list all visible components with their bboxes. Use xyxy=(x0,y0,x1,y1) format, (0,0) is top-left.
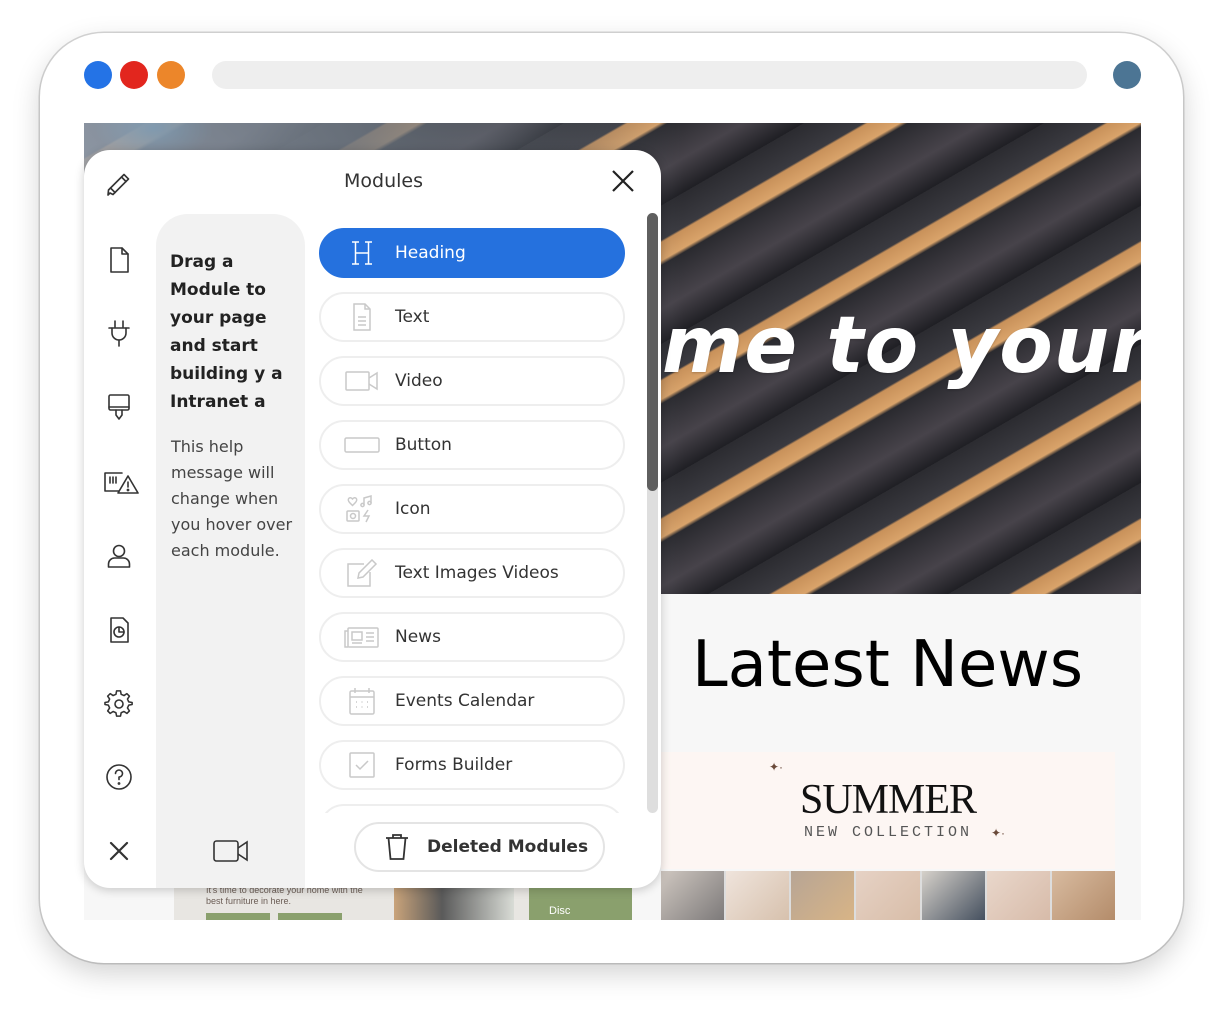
module-label: Text Images Videos xyxy=(395,563,559,583)
module-heading[interactable]: Heading xyxy=(319,228,625,278)
deleted-modules-label: Deleted Modules xyxy=(427,837,589,857)
discount-card: Disc xyxy=(529,883,632,920)
window-dot-orange[interactable] xyxy=(157,61,185,89)
furniture-card-button[interactable] xyxy=(206,913,270,920)
icon-set-icon xyxy=(343,494,381,524)
furniture-photo xyxy=(394,883,514,920)
help-line: Intranet a xyxy=(170,392,266,412)
module-video[interactable]: Video xyxy=(319,356,625,406)
modules-panel: Drag a Module to your page and start bui… xyxy=(84,150,661,888)
module-label: Events Calendar xyxy=(395,691,535,711)
address-bar[interactable] xyxy=(212,61,1087,89)
help-instructions: Drag a Module to your page and start bui… xyxy=(170,248,300,416)
panel-title: Modules xyxy=(344,170,423,192)
help-line: This help xyxy=(171,437,244,456)
furniture-card-text: It's time to decorate your home with the… xyxy=(206,885,363,906)
module-forms-builder[interactable]: Forms Builder xyxy=(319,740,625,790)
summer-banner[interactable]: ✦· SUMMER NEW COLLECTION ✦· xyxy=(661,752,1115,869)
hero-heading: me to your xyxy=(662,301,1141,391)
help-line: your page xyxy=(170,308,267,328)
module-text[interactable]: Text xyxy=(319,292,625,342)
module-events-calendar[interactable]: Events Calendar xyxy=(319,676,625,726)
photo-strip xyxy=(661,871,1115,920)
report-icon[interactable] xyxy=(102,613,136,647)
page-icon[interactable] xyxy=(102,243,136,277)
module-news[interactable]: News xyxy=(319,612,625,662)
video-tutorial-icon[interactable] xyxy=(212,836,252,868)
deleted-modules-button[interactable]: Deleted Modules xyxy=(354,822,605,872)
gear-icon[interactable] xyxy=(102,687,136,721)
window-dot-red[interactable] xyxy=(120,61,148,89)
module-label: News xyxy=(395,627,441,647)
button-icon xyxy=(343,430,381,460)
text-doc-icon xyxy=(343,302,381,332)
help-message: This help message will change when you h… xyxy=(171,434,301,564)
summer-title: SUMMER xyxy=(799,777,977,823)
module-icon[interactable]: Icon xyxy=(319,484,625,534)
help-line: Drag a xyxy=(170,252,234,272)
help-line: and start xyxy=(170,336,258,356)
edit-icon xyxy=(343,558,381,588)
summer-subtitle: NEW COLLECTION xyxy=(803,824,973,841)
furniture-card-button[interactable] xyxy=(278,913,342,920)
tool-rail xyxy=(84,150,156,888)
scrollbar-thumb[interactable] xyxy=(647,213,658,491)
help-icon[interactable] xyxy=(102,760,136,794)
photo-thumb xyxy=(661,871,725,920)
plug-icon[interactable] xyxy=(102,316,136,350)
photo-thumb xyxy=(791,871,855,920)
help-line: you hover over xyxy=(171,515,293,534)
user-icon[interactable] xyxy=(102,539,136,573)
photo-thumb xyxy=(726,871,790,920)
module-label: Icon xyxy=(395,499,431,519)
module-label: Video xyxy=(395,371,443,391)
discount-label: Disc xyxy=(549,905,571,917)
photo-thumb xyxy=(856,871,920,920)
module-label: Text xyxy=(395,307,430,327)
close-panel-button[interactable] xyxy=(610,168,638,196)
module-label: Button xyxy=(395,435,452,455)
close-icon xyxy=(612,170,634,192)
calendar-icon xyxy=(343,686,381,716)
avatar[interactable] xyxy=(1113,61,1141,89)
heading-icon xyxy=(343,238,381,268)
module-label: Heading xyxy=(395,243,466,263)
sparkle-icon: ✦· xyxy=(769,760,784,774)
module-partial[interactable] xyxy=(319,804,625,813)
paint-brush-icon[interactable] xyxy=(102,390,136,424)
photo-thumb xyxy=(986,871,1050,920)
help-line: message will xyxy=(171,463,275,482)
module-text-images-videos[interactable]: Text Images Videos xyxy=(319,548,625,598)
photo-thumb xyxy=(1051,871,1115,920)
module-label: Forms Builder xyxy=(395,755,513,775)
help-line: each module. xyxy=(171,541,280,560)
help-panel: Drag a Module to your page and start bui… xyxy=(156,214,305,888)
pencil-icon[interactable] xyxy=(102,167,136,201)
news-icon xyxy=(343,622,381,652)
checkbox-icon xyxy=(343,750,381,780)
window-dot-blue[interactable] xyxy=(84,61,112,89)
trash-icon xyxy=(386,834,408,860)
help-line: Module to xyxy=(170,280,266,300)
close-icon[interactable] xyxy=(102,834,136,868)
help-line: building y a xyxy=(170,364,283,384)
sparkle-icon: ✦· xyxy=(991,826,1006,840)
module-button[interactable]: Button xyxy=(319,420,625,470)
photo-thumb xyxy=(921,871,985,920)
latest-news-heading: Latest News xyxy=(692,628,1084,702)
alert-icon[interactable] xyxy=(98,465,142,499)
modules-list: Heading Text Video Button Icon Text Imag… xyxy=(319,228,627,813)
video-icon xyxy=(343,366,381,396)
help-line: change when xyxy=(171,489,279,508)
